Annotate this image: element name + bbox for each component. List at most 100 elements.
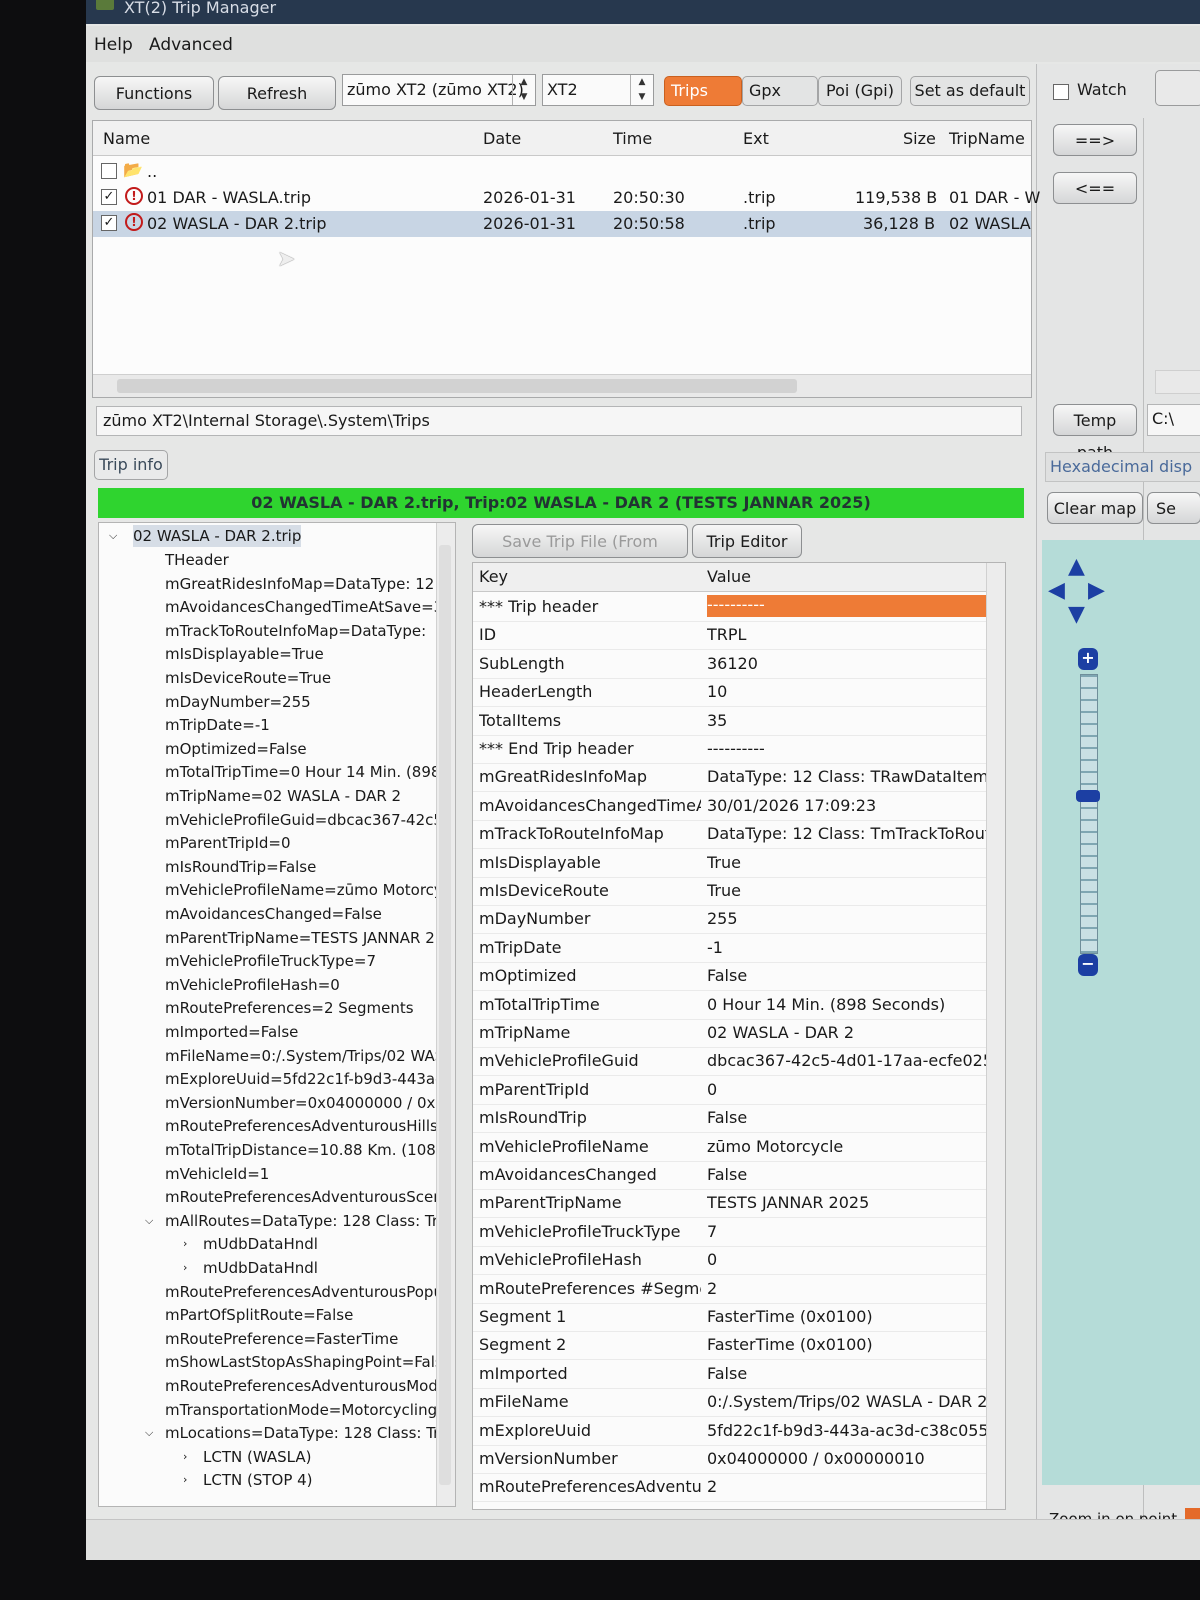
right-list-scrollbar[interactable] bbox=[1155, 370, 1200, 394]
file-checkbox-icon[interactable]: ✓ bbox=[101, 215, 117, 231]
col-time[interactable]: Time bbox=[613, 129, 652, 148]
grid-vscrollbar[interactable] bbox=[986, 563, 1005, 1509]
grid-value[interactable]: dbcac367-42c5-4d01-17aa-ecfe025f2d bbox=[707, 1051, 997, 1070]
tree-node[interactable]: mTotalTripDistance=10.88 Km. (1088 bbox=[165, 1139, 445, 1161]
grid-row[interactable]: mVehicleProfileGuid dbcac367-42c5-4d01-17… bbox=[473, 1047, 1005, 1077]
functions-button[interactable]: Functions bbox=[94, 76, 214, 110]
grid-row[interactable]: mExploreUuid 5fd22c1f-b9d3-443a-ac3d-c38c… bbox=[473, 1417, 1005, 1446]
tab-poi[interactable]: Poi (Gpi) bbox=[818, 76, 902, 106]
copy-to-left-button[interactable]: <== bbox=[1053, 172, 1137, 204]
zoom-out-icon[interactable]: − bbox=[1078, 954, 1098, 976]
grid-value[interactable]: 255 bbox=[707, 909, 997, 928]
grid-value[interactable]: TBD (0x0100) bbox=[707, 1506, 997, 1509]
set-default-button[interactable]: Set as default bbox=[910, 76, 1030, 106]
tab-gpx[interactable]: Gpx bbox=[742, 76, 818, 106]
grid-row[interactable]: Segment 1 TBD (0x0100) bbox=[473, 1502, 1005, 1509]
grid-row[interactable]: mAvoidancesChanged False bbox=[473, 1161, 1005, 1190]
grid-row[interactable]: mTotalTripTime 0 Hour 14 Min. (898 Second… bbox=[473, 991, 1005, 1020]
tab-trips[interactable]: Trips bbox=[664, 76, 742, 106]
tree-node[interactable]: mUdbDataHndl bbox=[203, 1257, 318, 1279]
grid-value[interactable]: 0 bbox=[707, 1250, 997, 1269]
chevron-right-icon[interactable]: › bbox=[183, 1446, 187, 1468]
value-header[interactable]: Value bbox=[707, 567, 997, 586]
tree-node[interactable]: LCTN (WASLA) bbox=[203, 1446, 311, 1468]
copy-to-right-button[interactable]: ==> bbox=[1053, 124, 1137, 156]
tab-hexadecimal[interactable]: Hexadecimal disp bbox=[1045, 452, 1200, 482]
grid-row[interactable]: SubLength 36120 bbox=[473, 650, 1005, 679]
grid-value[interactable]: TESTS JANNAR 2025 bbox=[707, 1193, 997, 1212]
file-checkbox-icon[interactable]: ✓ bbox=[101, 189, 117, 205]
grid-row[interactable]: Segment 2 FasterTime (0x0100) bbox=[473, 1331, 1005, 1361]
grid-row[interactable]: mTripName 02 WASLA - DAR 2 bbox=[473, 1019, 1005, 1048]
grid-row[interactable]: mParentTripName TESTS JANNAR 2025 bbox=[473, 1189, 1005, 1219]
grid-value[interactable]: False bbox=[707, 966, 997, 985]
tree-node[interactable]: mOptimized=False bbox=[165, 738, 307, 760]
grid-row[interactable]: mGreatRidesInfoMap DataType: 12 Class: TR… bbox=[473, 763, 1005, 793]
tree-node[interactable]: mDayNumber=255 bbox=[165, 691, 311, 713]
grid-row[interactable]: mIsRoundTrip False bbox=[473, 1104, 1005, 1134]
map-view[interactable]: ▲ ◀ ▶ ▼ + − bbox=[1042, 540, 1200, 1485]
grid-row[interactable]: ID TRPL bbox=[473, 621, 1005, 651]
grid-value[interactable]: TRPL bbox=[707, 625, 997, 644]
grid-value[interactable]: 0x04000000 / 0x00000010 bbox=[707, 1449, 997, 1468]
parent-checkbox[interactable] bbox=[101, 163, 117, 179]
tree-node[interactable]: mParentTripName=TESTS JANNAR 2( bbox=[165, 927, 441, 949]
grid-value[interactable]: 02 WASLA - DAR 2 bbox=[707, 1023, 997, 1042]
grid-row[interactable]: mFileName 0:/.System/Trips/02 WASLA - DAR… bbox=[473, 1388, 1005, 1418]
col-date[interactable]: Date bbox=[483, 129, 521, 148]
tree-node[interactable]: LCTN (STOP 4) bbox=[203, 1469, 313, 1491]
grid-row[interactable]: mIsDisplayable True bbox=[473, 849, 1005, 878]
tree-node[interactable]: mTrackToRouteInfoMap=DataType: bbox=[165, 620, 426, 642]
watch-checkbox[interactable] bbox=[1053, 84, 1069, 100]
zoom-in-icon[interactable]: + bbox=[1078, 648, 1098, 670]
grid-value[interactable]: False bbox=[707, 1364, 997, 1383]
tree-node[interactable]: mTotalTripTime=0 Hour 14 Min. (898 bbox=[165, 761, 440, 783]
file-row-selected[interactable]: ✓ ! 02 WASLA - DAR 2.trip 2026-01-31 20:… bbox=[93, 211, 1031, 237]
pan-up-arrow-icon[interactable]: ▲ bbox=[1068, 554, 1085, 579]
trip-tree[interactable]: ⌵ 02 WASLA - DAR 2.trip THeader mGreatRid… bbox=[98, 522, 456, 1507]
grid-value[interactable]: 5fd22c1f-b9d3-443a-ac3d-c38c055424 bbox=[707, 1421, 997, 1440]
tree-node[interactable]: THeader bbox=[165, 549, 229, 571]
grid-row[interactable]: mRoutePreferencesAdventuro 2 bbox=[473, 1473, 1005, 1503]
pan-down-arrow-icon[interactable]: ▼ bbox=[1068, 602, 1085, 627]
grid-value[interactable]: 2 bbox=[707, 1279, 997, 1298]
grid-row[interactable]: mOptimized False bbox=[473, 962, 1005, 992]
grid-value[interactable]: 2 bbox=[707, 1477, 997, 1496]
grid-value[interactable]: zūmo Motorcycle bbox=[707, 1137, 997, 1156]
grid-row[interactable]: TotalItems 35 bbox=[473, 707, 1005, 736]
grid-value[interactable]: -1 bbox=[707, 938, 997, 957]
col-name[interactable]: Name bbox=[103, 129, 150, 148]
save-trip-file-button[interactable]: Save Trip File (From Values) bbox=[472, 524, 688, 585]
tree-node[interactable]: mLocations=DataType: 128 Class: Tr bbox=[165, 1422, 439, 1444]
grid-value[interactable]: 0 Hour 14 Min. (898 Seconds) bbox=[707, 995, 997, 1014]
spin-arrows-icon[interactable]: ▲ ▼ bbox=[630, 75, 653, 105]
tree-node[interactable]: mIsDisplayable=True bbox=[165, 643, 324, 665]
grid-row[interactable]: mIsDeviceRoute True bbox=[473, 877, 1005, 906]
tree-root[interactable]: 02 WASLA - DAR 2.trip bbox=[133, 525, 302, 547]
parent-folder-row[interactable]: 📂 .. bbox=[93, 159, 1031, 185]
menu-help[interactable]: Help bbox=[94, 35, 133, 55]
grid-row[interactable]: mVehicleProfileHash 0 bbox=[473, 1246, 1005, 1276]
chevron-down-icon[interactable]: ⌵ bbox=[109, 525, 117, 547]
tree-node[interactable]: mVehicleProfileName=zūmo Motorcyc bbox=[165, 879, 451, 901]
tree-node[interactable]: mAvoidancesChanged=False bbox=[165, 903, 382, 925]
grid-row[interactable]: mVehicleProfileName zūmo Motorcycle bbox=[473, 1133, 1005, 1162]
grid-row[interactable]: mImported False bbox=[473, 1360, 1005, 1389]
grid-row[interactable]: mAvoidancesChangedTimeAtS 30/01/2026 17:0… bbox=[473, 792, 1005, 821]
clear-map-button[interactable]: Clear map bbox=[1047, 492, 1143, 524]
tree-node[interactable]: mRoutePreferences=2 Segments bbox=[165, 997, 414, 1019]
chevron-right-icon[interactable]: › bbox=[183, 1469, 187, 1491]
tree-node[interactable]: mVersionNumber=0x04000000 / 0x0( bbox=[165, 1092, 451, 1114]
grid-row[interactable]: Segment 1 FasterTime (0x0100) bbox=[473, 1303, 1005, 1332]
grid-value[interactable]: ---------- bbox=[707, 595, 989, 617]
col-ext[interactable]: Ext bbox=[743, 129, 769, 148]
col-size[interactable]: Size bbox=[903, 129, 936, 148]
temp-path-input[interactable]: C:\ bbox=[1147, 404, 1200, 436]
tree-node[interactable]: mTripDate=-1 bbox=[165, 714, 270, 736]
grid-value[interactable]: True bbox=[707, 853, 997, 872]
tree-node[interactable]: mIsDeviceRoute=True bbox=[165, 667, 331, 689]
tree-node[interactable]: mExploreUuid=5fd22c1f-b9d3-443a- bbox=[165, 1068, 441, 1090]
grid-value[interactable]: False bbox=[707, 1165, 997, 1184]
tab-trip-info[interactable]: Trip info bbox=[94, 450, 168, 480]
grid-value[interactable]: 30/01/2026 17:09:23 bbox=[707, 796, 997, 815]
